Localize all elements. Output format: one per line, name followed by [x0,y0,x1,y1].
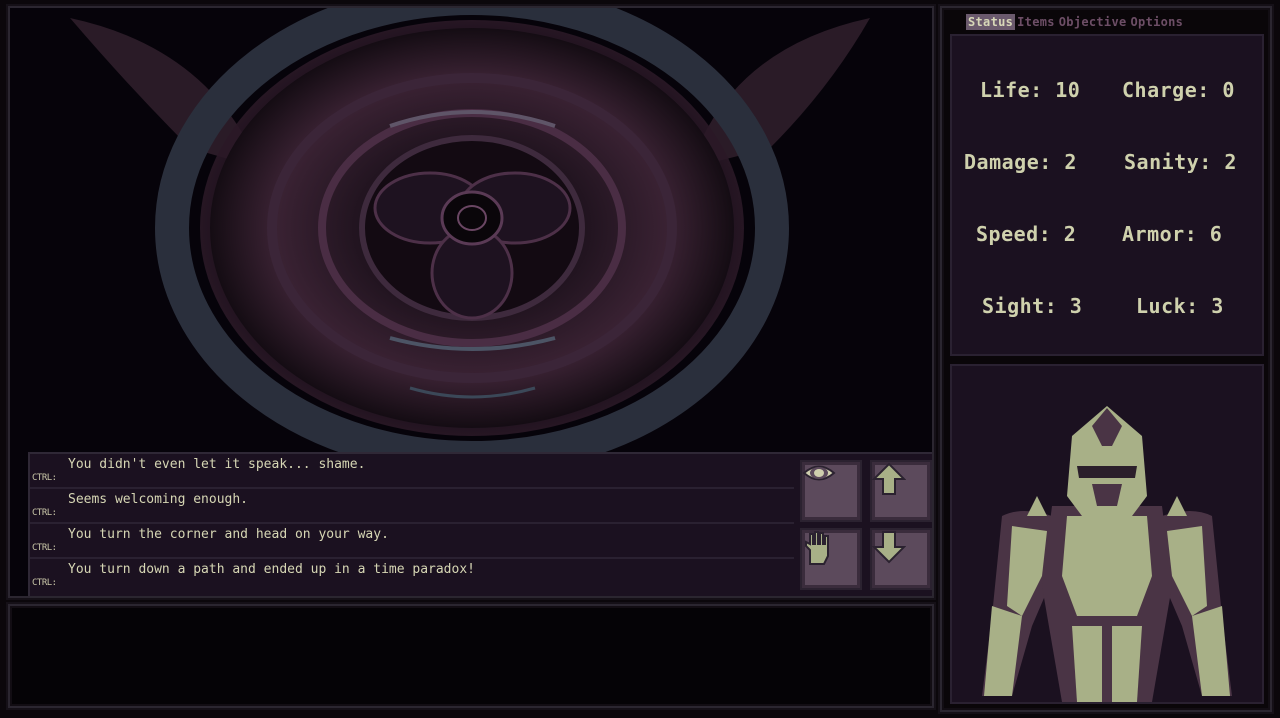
stat-luck: Luck: 3 [1136,294,1224,318]
hand-icon [805,531,829,565]
stat-damage: Damage: 2 [964,150,1077,174]
stat-sight: Sight: 3 [982,294,1083,318]
stat-armor: Armor: 6 [1122,222,1223,246]
log-line: CTRL: Seems welcoming enough. [30,489,794,524]
character-portrait [950,364,1264,704]
arrow-down-icon [872,531,906,564]
stat-speed: Speed: 2 [976,222,1077,246]
tab-bar: Status Items Objective Options [966,14,1185,30]
log-prefix: CTRL: [32,578,57,588]
interact-button[interactable] [800,528,862,590]
log-line: CTRL: You turn the corner and head on yo… [30,524,794,559]
side-panel: Status Items Objective Options Life: 10 … [940,6,1272,712]
log-text: You turn the corner and head on your way… [68,527,389,542]
stat-sanity: Sanity: 2 [1124,150,1237,174]
tab-options[interactable]: Options [1129,14,1186,30]
move-forward-button[interactable] [870,460,932,522]
look-button[interactable] [800,460,862,522]
stat-charge: Charge: 0 [1122,78,1235,102]
log-text: Seems welcoming enough. [68,492,249,507]
log-prefix: CTRL: [32,543,57,553]
log-prefix: CTRL: [32,473,57,483]
tab-items[interactable]: Items [1015,14,1057,30]
bottom-panel [8,604,934,708]
arrow-up-icon [872,462,906,495]
armored-knight-portrait [982,406,1232,702]
eye-icon [802,465,836,481]
stats-panel: Life: 10 Charge: 0 Damage: 2 Sanity: 2 S… [950,34,1264,356]
scene-viewport: CTRL: You didn't even let it speak... sh… [8,6,934,598]
tab-objective[interactable]: Objective [1057,14,1129,30]
log-text: You turn down a path and ended up in a t… [68,562,475,577]
log-prefix: CTRL: [32,508,57,518]
move-back-button[interactable] [870,528,932,590]
log-line: CTRL: You didn't even let it speak... sh… [30,454,794,489]
stat-life: Life: 10 [980,78,1081,102]
message-log: CTRL: You didn't even let it speak... sh… [28,452,932,596]
log-line: CTRL: You turn down a path and ended up … [30,559,794,592]
tab-status[interactable]: Status [966,14,1016,30]
log-text: You didn't even let it speak... shame. [68,457,366,472]
